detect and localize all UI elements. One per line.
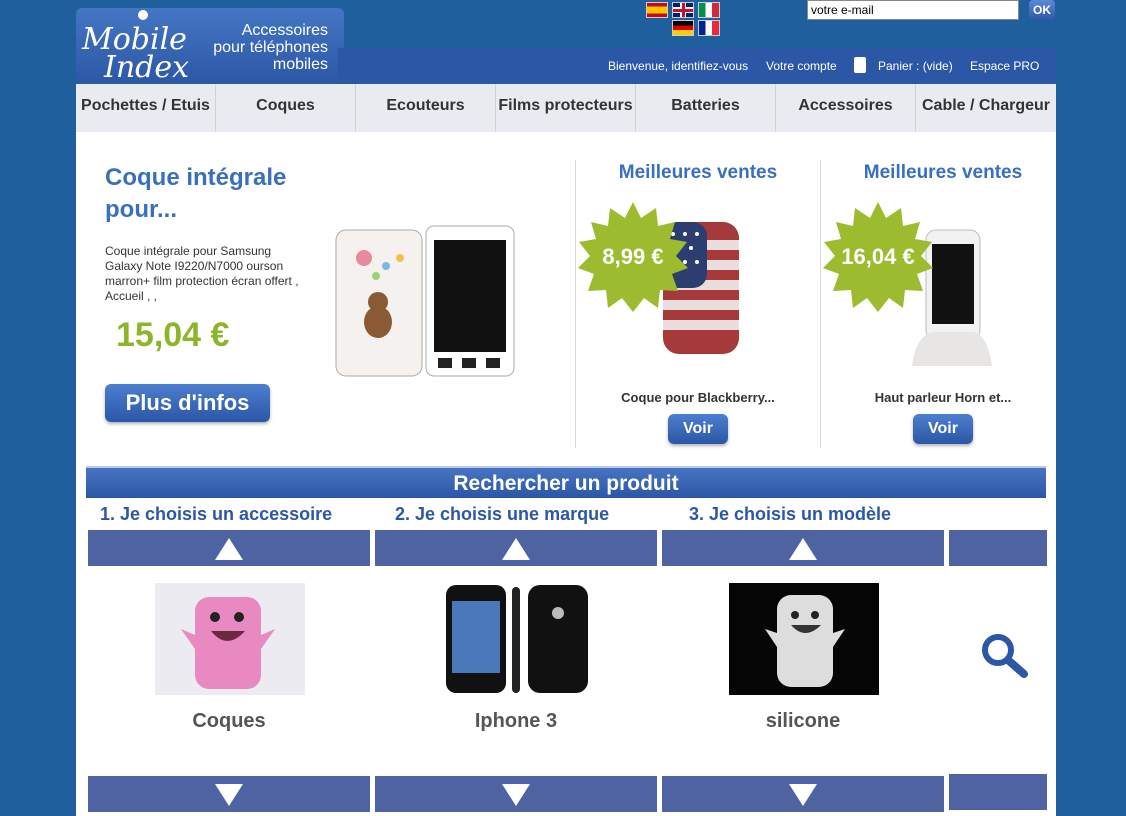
logo-tagline: Accessoires pour téléphones mobiles: [188, 22, 328, 73]
uk-flag-icon[interactable]: [672, 2, 694, 18]
account-link[interactable]: Votre compte: [766, 59, 837, 73]
logo-word-2: Index: [104, 50, 190, 85]
product-search-header: Rechercher un produit: [86, 466, 1046, 498]
step-1-title: 1. Je choisis un accessoire: [100, 504, 333, 524]
arrow-up-icon: [502, 538, 530, 560]
featured-title[interactable]: Coque intégrale pour...: [105, 162, 325, 226]
scroll-up-model-button[interactable]: [662, 530, 944, 566]
pro-space-link[interactable]: Espace PRO: [970, 59, 1039, 73]
choice-model: silicone: [765, 710, 841, 732]
tagline-line: mobiles: [272, 56, 328, 73]
arrow-up-icon: [215, 538, 243, 560]
logo[interactable]: Mobile Index Accessoires pour téléphones…: [76, 8, 344, 84]
pink-case-image[interactable]: [155, 583, 305, 695]
cart-link[interactable]: Panier : (vide): [878, 59, 953, 73]
nav-item-pochettes[interactable]: Pochettes / Etuis: [76, 84, 216, 132]
best-seller-price-badge: 8,99 €: [578, 202, 688, 312]
spanish-flag-icon[interactable]: [646, 2, 668, 18]
tagline-line: Accessoires: [241, 22, 328, 39]
logo-dot: [138, 10, 148, 20]
nav-item-cable[interactable]: Cable / Chargeur: [916, 84, 1056, 132]
silicone-case-image[interactable]: [729, 583, 879, 695]
best-seller-title: Meilleures ventes: [618, 162, 778, 183]
login-link[interactable]: Bienvenue, identifiez-vous: [608, 59, 748, 73]
nav-item-batteries[interactable]: Batteries: [636, 84, 776, 132]
choice-brand: Iphone 3: [474, 710, 558, 732]
german-flag-icon[interactable]: [672, 20, 694, 36]
page-wrapper: Mobile Index Accessoires pour téléphones…: [76, 0, 1056, 816]
nav-item-films[interactable]: Films protecteurs: [496, 84, 636, 132]
best-seller-title: Meilleures ventes: [863, 162, 1023, 183]
search-icon[interactable]: [978, 630, 1030, 682]
best-seller-price: 16,04 €: [841, 244, 915, 269]
nav-item-accessoires[interactable]: Accessoires: [776, 84, 916, 132]
arrow-down-icon: [215, 784, 243, 806]
logo-wordmark: Mobile Index: [82, 25, 190, 85]
scroll-down-model-button[interactable]: [662, 776, 944, 812]
french-flag-icon[interactable]: [698, 20, 720, 36]
account-bar: Bienvenue, identifiez-vous Votre compte …: [338, 48, 1056, 84]
divider: [820, 160, 821, 448]
scroll-down-accessory-button[interactable]: [88, 776, 370, 812]
scroll-up-accessory-button[interactable]: [88, 530, 370, 566]
best-seller-name[interactable]: Haut parleur Horn et...: [828, 390, 1058, 405]
best-seller-price-badge: 16,04 €: [823, 202, 933, 312]
side-panel-top: [949, 530, 1047, 566]
step-2-title: 2. Je choisis une marque: [395, 504, 610, 524]
divider: [575, 160, 576, 448]
best-seller-name[interactable]: Coque pour Blackberry...: [583, 390, 813, 405]
scroll-down-brand-button[interactable]: [375, 776, 657, 812]
side-panel-bottom: [949, 774, 1047, 810]
view-button[interactable]: Voir: [913, 414, 973, 444]
more-info-button[interactable]: Plus d'infos: [105, 384, 270, 422]
scroll-up-brand-button[interactable]: [375, 530, 657, 566]
choice-accessory: Coques: [192, 710, 266, 732]
newsletter-ok-button[interactable]: OK: [1029, 0, 1055, 20]
arrow-down-icon: [502, 784, 530, 806]
italian-flag-icon[interactable]: [698, 2, 720, 18]
arrow-down-icon: [789, 784, 817, 806]
nav-item-coques[interactable]: Coques: [216, 84, 356, 132]
shopping-bag-icon: [854, 57, 866, 73]
tagline-line: pour téléphones: [213, 39, 328, 56]
arrow-up-icon: [789, 538, 817, 560]
iphone-3-image[interactable]: [442, 583, 592, 695]
nav-item-ecouteurs[interactable]: Ecouteurs: [356, 84, 496, 132]
main-content: Coque intégrale pour... Coque intégrale …: [76, 132, 1056, 816]
best-seller-price: 8,99 €: [602, 244, 664, 269]
featured-description: Coque intégrale pour Samsung Galaxy Note…: [105, 244, 299, 303]
featured-price: 15,04 €: [116, 316, 230, 354]
category-nav: Pochettes / Etuis Coques Ecouteurs Films…: [76, 84, 1056, 132]
newsletter-email-input[interactable]: [807, 0, 1019, 20]
view-button[interactable]: Voir: [668, 414, 728, 444]
featured-product-image[interactable]: [316, 222, 526, 382]
step-3-title: 3. Je choisis un modèle: [689, 504, 892, 524]
